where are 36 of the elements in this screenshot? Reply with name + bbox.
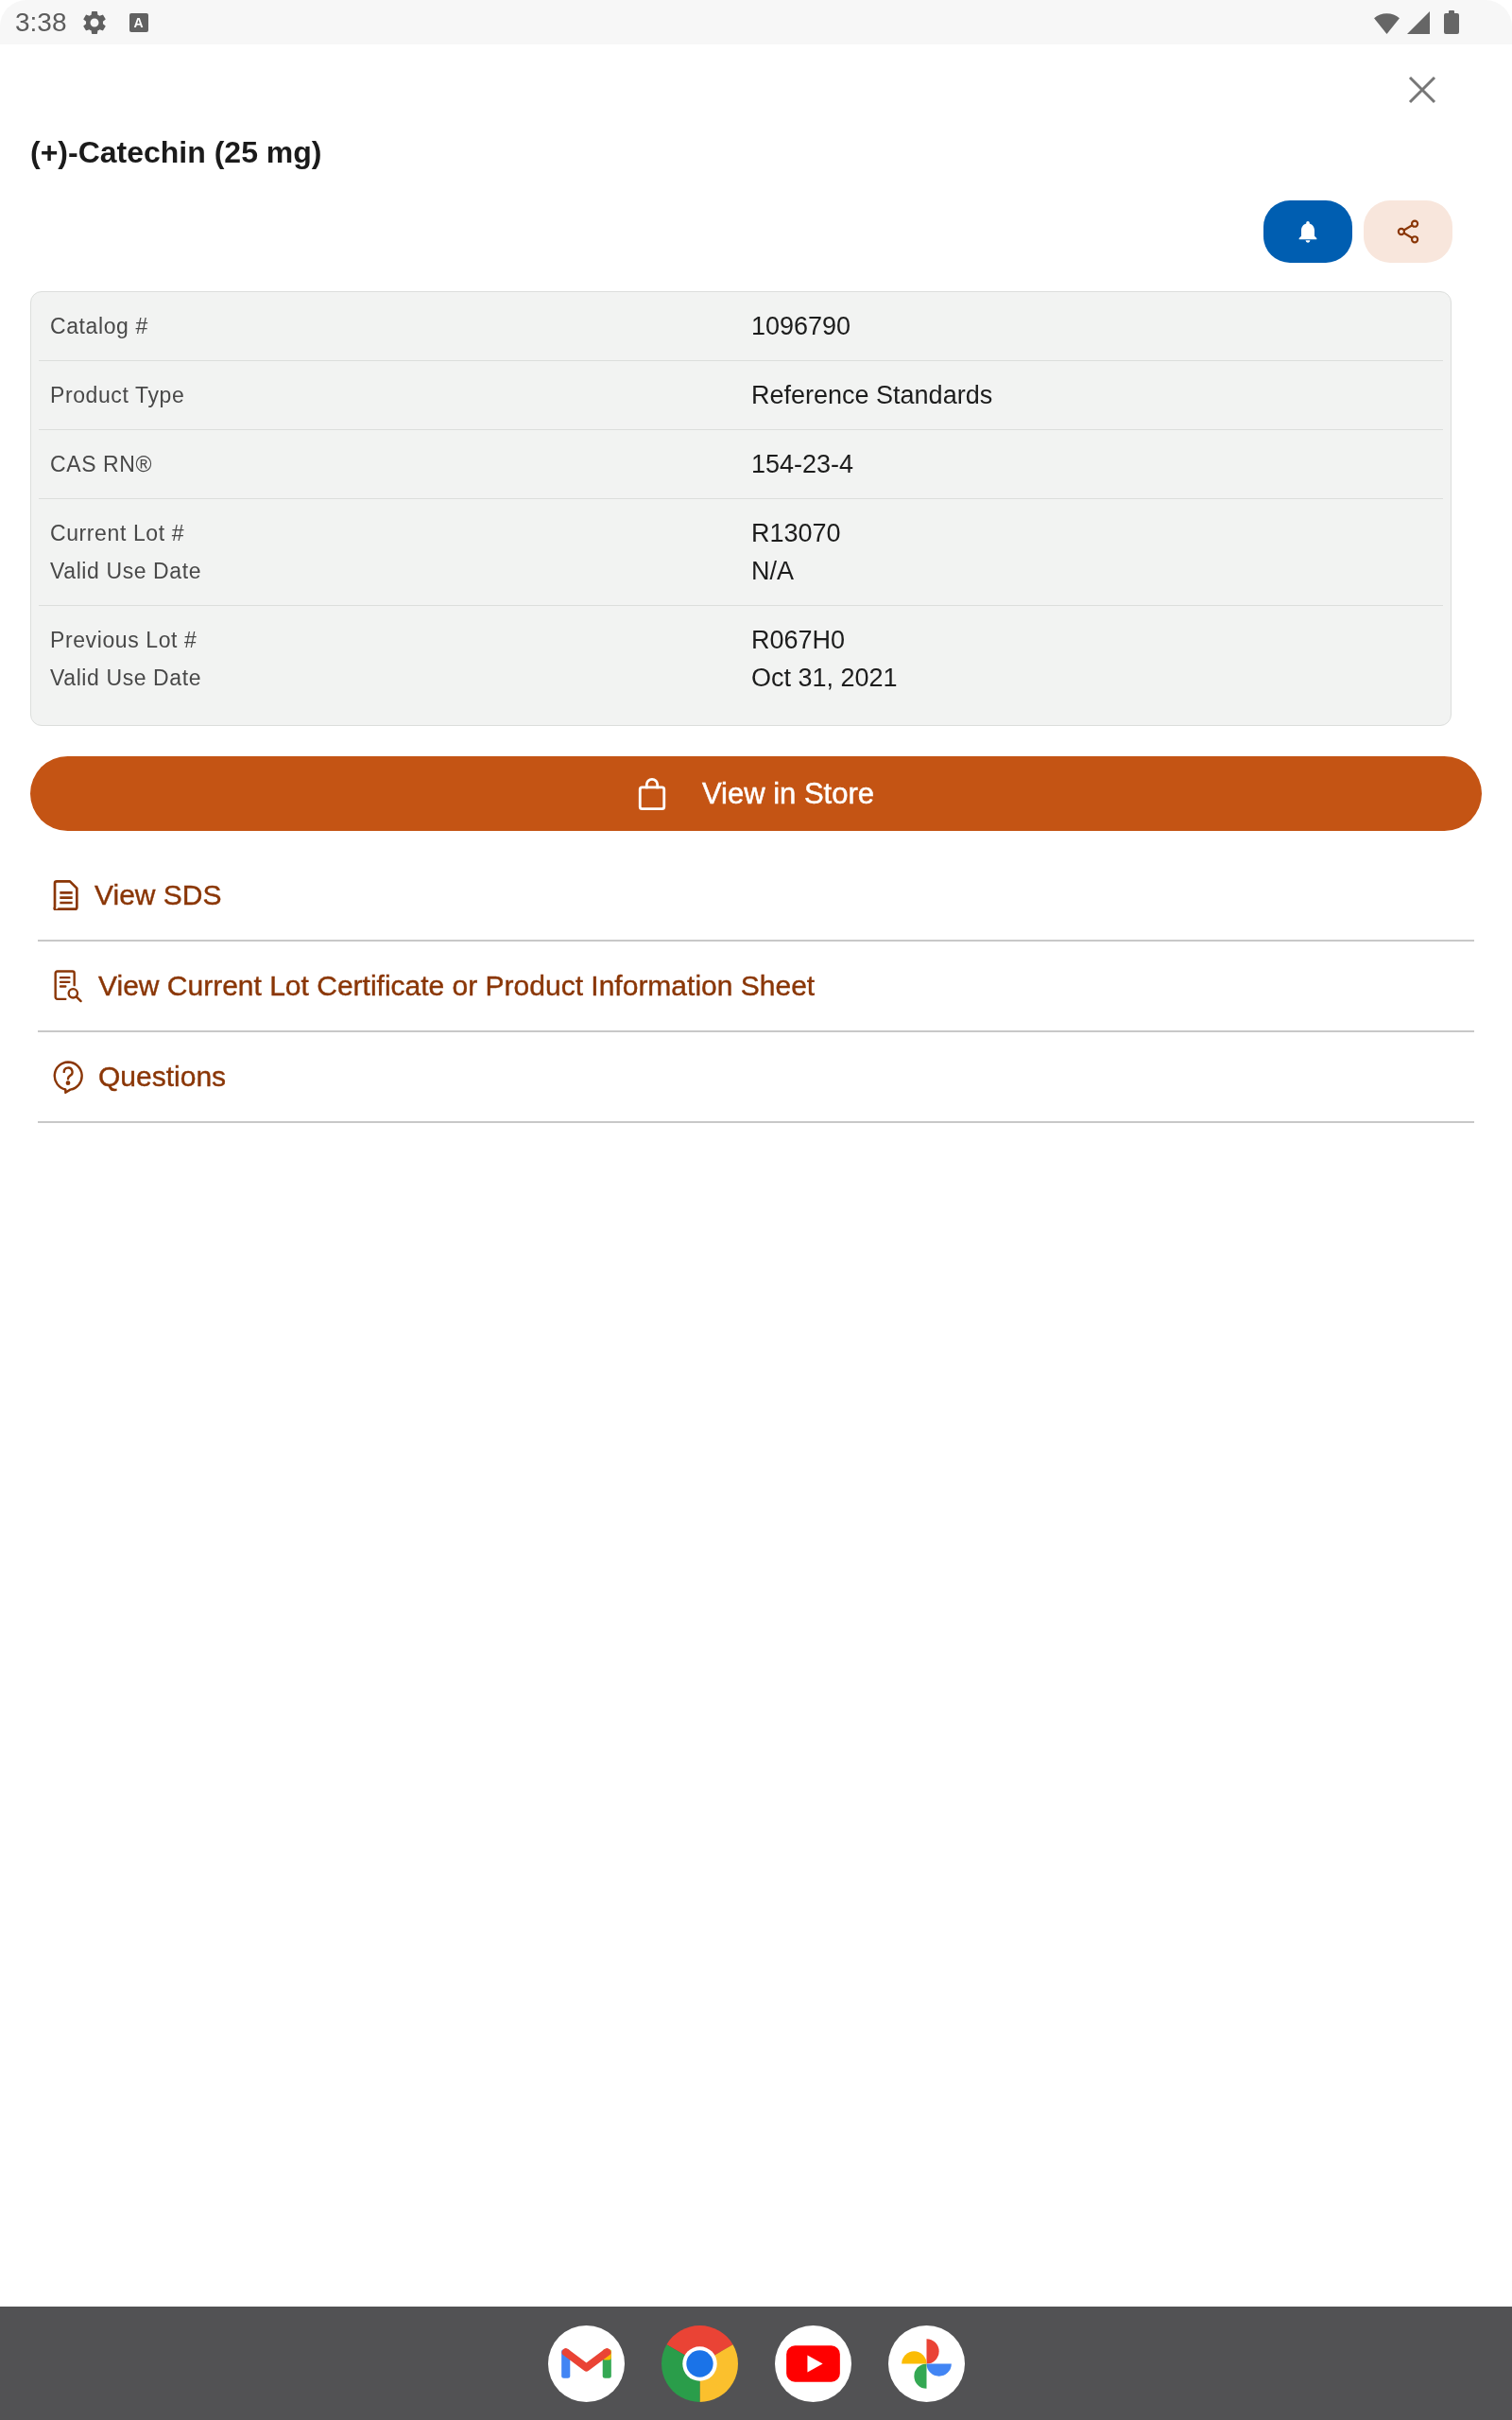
video-play-app-icon[interactable] [774,2325,851,2402]
battery-icon [1444,10,1459,34]
action-link[interactable]: View Current Lot Certificate or Product Information Sheet [38,942,1474,1032]
detail-value: N/A [751,556,795,587]
dialog-title: (+)-Catechin (25 mg) [30,134,323,171]
detail-label: Catalog # [50,313,149,340]
detail-label: Product Type [50,382,186,409]
detail-label: Previous Lot # [50,627,198,654]
detail-value: R13070 [751,518,842,549]
detail-value: Reference Standards [751,380,994,411]
detail-value: 154-23-4 [751,449,855,480]
detail-value: R067H0 [751,625,847,656]
detail-label: Current Lot # [50,520,186,547]
pinwheel-app-icon[interactable] [887,2325,965,2402]
document-search-icon [53,969,83,1003]
letter-tile: A [129,12,148,32]
share-button[interactable] [1364,200,1452,263]
share-icon [1397,219,1419,244]
detail-value: Oct 31, 2021 [751,663,899,694]
action-link[interactable]: View SDS [38,851,1474,942]
detail-label: CAS RN® [50,451,154,478]
browser-app-icon[interactable] [661,2325,738,2402]
detail-label: Valid Use Date [50,558,203,585]
question-bubble-icon [53,1060,83,1094]
action-link[interactable]: Questions [38,1032,1474,1123]
close-icon [1408,76,1436,104]
mail-app-icon[interactable] [547,2325,625,2402]
shopping-bag-icon [637,777,666,810]
status-time: 3:38 [15,7,67,38]
detail-label: Valid Use Date [50,665,203,692]
document-icon [53,880,79,910]
signal-icon [1407,10,1430,34]
view-in-store-button[interactable]: View in Store [30,756,1482,831]
notify-button[interactable] [1263,200,1352,263]
detail-value: 1096790 [751,311,852,342]
wifi-icon [1374,10,1400,34]
